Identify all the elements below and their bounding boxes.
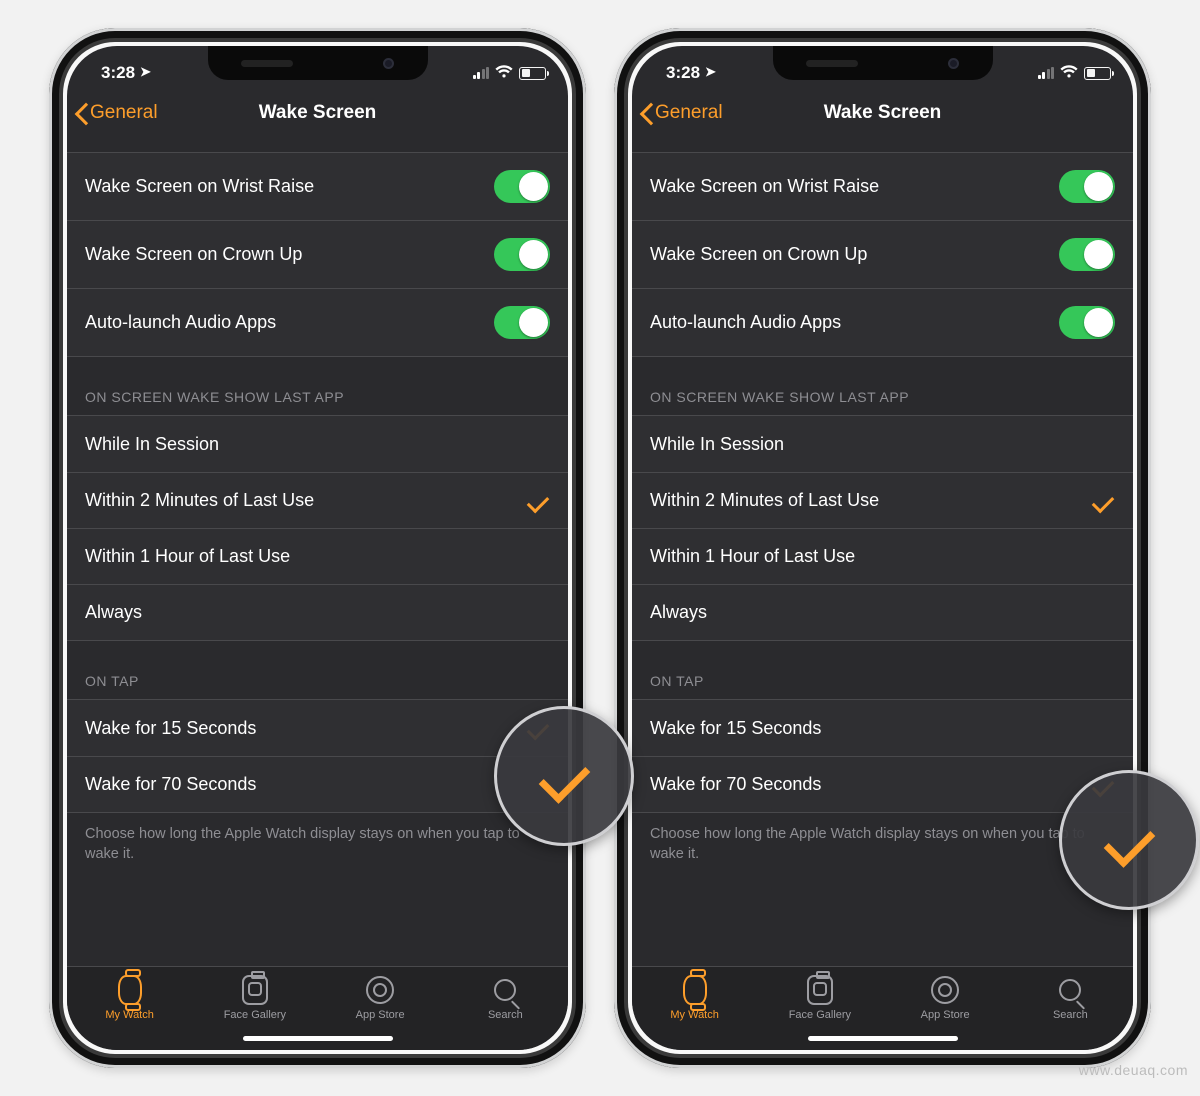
option-label: Always [650, 602, 707, 623]
toggle-row[interactable]: Auto-launch Audio Apps [67, 288, 568, 356]
option-label: Within 1 Hour of Last Use [650, 546, 855, 567]
option-row[interactable]: Always [632, 584, 1133, 640]
checkmark-icon [1103, 820, 1155, 860]
chevron-left-icon [640, 102, 653, 124]
back-label: General [655, 102, 723, 124]
option-label: Always [85, 602, 142, 623]
tab-item[interactable]: Search [1008, 975, 1133, 1050]
tab-bar: My Watch Face Gallery App Store Search [67, 966, 568, 1050]
face-gallery-icon [807, 975, 833, 1005]
tab-bar: My Watch Face Gallery App Store Search [632, 966, 1133, 1050]
toggle-label: Wake Screen on Crown Up [85, 244, 302, 265]
watch-icon [683, 975, 707, 1005]
option-row[interactable]: Within 2 Minutes of Last Use [632, 472, 1133, 528]
home-indicator[interactable] [808, 1036, 958, 1041]
toggle-row[interactable]: Auto-launch Audio Apps [632, 288, 1133, 356]
option-label: Within 2 Minutes of Last Use [650, 490, 879, 511]
option-row[interactable]: Wake for 15 Seconds [67, 700, 568, 756]
signal-icon [1038, 67, 1055, 79]
toggle-row[interactable]: Wake Screen on Crown Up [67, 220, 568, 288]
toggle-label: Auto-launch Audio Apps [85, 312, 276, 333]
tab-item[interactable]: My Watch [67, 975, 192, 1050]
option-label: Wake for 15 Seconds [650, 718, 821, 739]
location-icon: ➤ [705, 64, 716, 80]
battery-icon [1084, 67, 1111, 80]
option-label: While In Session [85, 434, 219, 455]
toggle-label: Wake Screen on Wrist Raise [650, 176, 879, 197]
wifi-icon [1060, 65, 1078, 82]
back-button[interactable]: General [67, 102, 158, 124]
option-row[interactable]: Wake for 70 Seconds [632, 756, 1133, 812]
option-row[interactable]: Wake for 70 Seconds [67, 756, 568, 812]
signal-icon [473, 67, 490, 79]
checkmark-icon [1091, 492, 1115, 510]
toggle-switch[interactable] [1059, 306, 1115, 339]
toggle-label: Wake Screen on Wrist Raise [85, 176, 314, 197]
option-row[interactable]: While In Session [632, 416, 1133, 472]
option-row[interactable]: Within 1 Hour of Last Use [67, 528, 568, 584]
magnifier-callout [494, 706, 634, 846]
toggle-row[interactable]: Wake Screen on Wrist Raise [632, 153, 1133, 220]
location-icon: ➤ [140, 64, 151, 80]
option-label: Within 2 Minutes of Last Use [85, 490, 314, 511]
chevron-left-icon [75, 102, 88, 124]
tab-item[interactable]: Search [443, 975, 568, 1050]
section-header-on-tap: ON TAP [632, 641, 1133, 699]
app-store-icon [366, 976, 394, 1004]
option-row[interactable]: Within 2 Minutes of Last Use [67, 472, 568, 528]
section-header-on-tap: ON TAP [67, 641, 568, 699]
section-header-last-app: ON SCREEN WAKE SHOW LAST APP [632, 357, 1133, 415]
option-row[interactable]: Wake for 15 Seconds [632, 700, 1133, 756]
section-footer-note: Choose how long the Apple Watch display … [67, 813, 568, 864]
toggle-row[interactable]: Wake Screen on Wrist Raise [67, 153, 568, 220]
tab-item[interactable]: My Watch [632, 975, 757, 1050]
wifi-icon [495, 65, 513, 82]
toggle-label: Auto-launch Audio Apps [650, 312, 841, 333]
option-label: Wake for 70 Seconds [85, 774, 256, 795]
battery-icon [519, 67, 546, 80]
toggle-row[interactable]: Wake Screen on Crown Up [632, 220, 1133, 288]
tab-label: Face Gallery [224, 1009, 286, 1021]
home-indicator[interactable] [243, 1036, 393, 1041]
notch [773, 46, 993, 80]
search-icon [1059, 979, 1081, 1001]
option-label: Wake for 70 Seconds [650, 774, 821, 795]
toggle-switch[interactable] [494, 238, 550, 271]
watch-icon [118, 975, 142, 1005]
status-time: 3:28 [666, 63, 700, 83]
option-label: While In Session [650, 434, 784, 455]
tab-label: App Store [356, 1009, 405, 1021]
toggle-switch[interactable] [1059, 170, 1115, 203]
status-time: 3:28 [101, 63, 135, 83]
back-button[interactable]: General [632, 102, 723, 124]
option-label: Wake for 15 Seconds [85, 718, 256, 739]
toggle-switch[interactable] [494, 170, 550, 203]
section-header-last-app: ON SCREEN WAKE SHOW LAST APP [67, 357, 568, 415]
option-row[interactable]: Always [67, 584, 568, 640]
back-label: General [90, 102, 158, 124]
search-icon [494, 979, 516, 1001]
section-footer-note: Choose how long the Apple Watch display … [632, 813, 1133, 864]
option-row[interactable]: Within 1 Hour of Last Use [632, 528, 1133, 584]
toggle-switch[interactable] [494, 306, 550, 339]
tab-label: Search [1053, 1009, 1088, 1021]
tab-label: Face Gallery [789, 1009, 851, 1021]
watermark: www.deuaq.com [1079, 1062, 1188, 1078]
toggle-label: Wake Screen on Crown Up [650, 244, 867, 265]
tab-label: App Store [921, 1009, 970, 1021]
app-store-icon [931, 976, 959, 1004]
notch [208, 46, 428, 80]
option-label: Within 1 Hour of Last Use [85, 546, 290, 567]
toggle-switch[interactable] [1059, 238, 1115, 271]
magnifier-callout [1059, 770, 1199, 910]
checkmark-icon [526, 492, 550, 510]
option-row[interactable]: While In Session [67, 416, 568, 472]
face-gallery-icon [242, 975, 268, 1005]
checkmark-icon [538, 756, 590, 796]
tab-label: Search [488, 1009, 523, 1021]
